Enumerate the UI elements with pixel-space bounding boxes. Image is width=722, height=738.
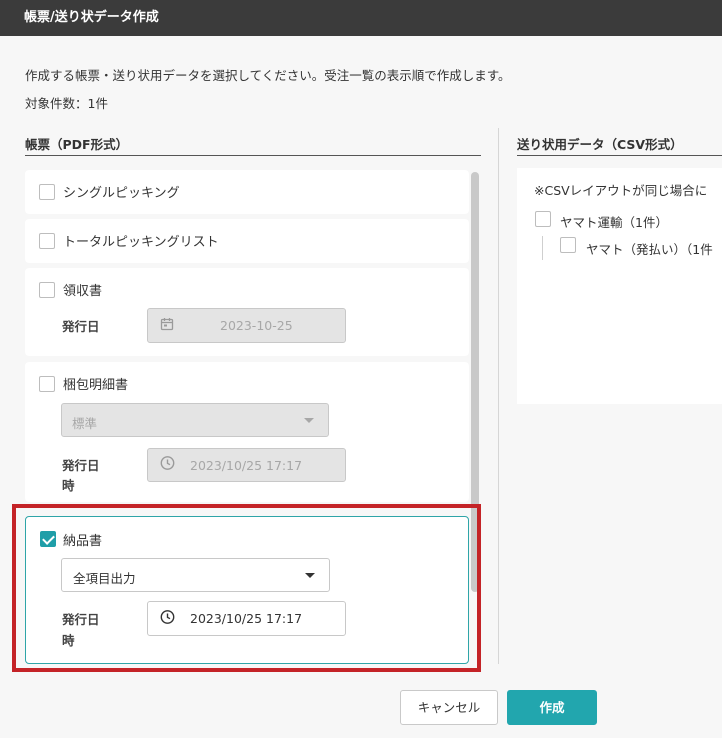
- packing-slip-datetime-label-1: 発行日: [62, 458, 100, 473]
- csv-section-divider: [517, 155, 722, 156]
- packing-slip-datetime-input[interactable]: 2023/10/25 17:17: [147, 448, 346, 482]
- packing-slip-label: 梱包明細書: [63, 378, 129, 393]
- highlight-box: [12, 504, 481, 672]
- csv-panel: [517, 168, 722, 404]
- receipt-date-label: 発行日: [62, 319, 100, 334]
- carrier-yamato-prepaid-checkbox[interactable]: [560, 237, 576, 253]
- csv-note: ※CSVレイアウトが同じ場合に: [534, 183, 708, 198]
- single-picking-checkbox[interactable]: [39, 184, 55, 200]
- card-total-picking: トータルピッキングリスト: [25, 219, 469, 263]
- tree-connector: [542, 236, 543, 260]
- card-single-picking: シングルピッキング: [25, 170, 469, 214]
- receipt-checkbox[interactable]: [39, 282, 55, 298]
- card-packing-slip: 梱包明細書 標準 発行日 時 2023/10/25 17:17: [25, 362, 469, 502]
- carrier-yamato-prepaid-label: ヤマト（発払い）（1件: [586, 242, 713, 257]
- single-picking-label: シングルピッキング: [63, 186, 180, 201]
- csv-section-title: 送り状用データ（CSV形式）: [517, 137, 683, 152]
- create-button[interactable]: 作成: [507, 690, 597, 725]
- pdf-section-divider: [25, 155, 481, 156]
- section-vertical-divider: [498, 128, 499, 664]
- target-count: 対象件数：1件: [25, 96, 108, 111]
- packing-slip-format-value: 標準: [72, 416, 98, 431]
- total-picking-checkbox[interactable]: [39, 233, 55, 249]
- receipt-date-value: 2023-10-25: [220, 318, 293, 333]
- description-text: 作成する帳票・送り状用データを選択してください。受注一覧の表示順で作成します。: [25, 68, 511, 83]
- packing-slip-format-select[interactable]: 標準: [61, 403, 329, 437]
- receipt-label: 領収書: [63, 284, 103, 299]
- calendar-icon: [160, 317, 174, 335]
- carrier-yamato-checkbox[interactable]: [535, 211, 551, 227]
- packing-slip-checkbox[interactable]: [39, 376, 55, 392]
- cancel-button[interactable]: キャンセル: [400, 690, 498, 725]
- receipt-date-input[interactable]: 2023-10-25: [147, 308, 346, 343]
- carrier-yamato-label: ヤマト運輸（1件）: [560, 215, 668, 230]
- pdf-section-title: 帳票（PDF形式）: [25, 137, 129, 152]
- chevron-down-icon: [304, 418, 314, 423]
- card-receipt: 領収書 発行日 2023-10-25: [25, 268, 469, 356]
- packing-slip-datetime-label-2: 時: [62, 478, 75, 493]
- total-picking-label: トータルピッキングリスト: [63, 235, 219, 250]
- packing-slip-datetime-value: 2023/10/25 17:17: [190, 458, 303, 473]
- clock-icon: [160, 456, 175, 475]
- dialog-title: 帳票/送り状データ作成: [0, 0, 722, 36]
